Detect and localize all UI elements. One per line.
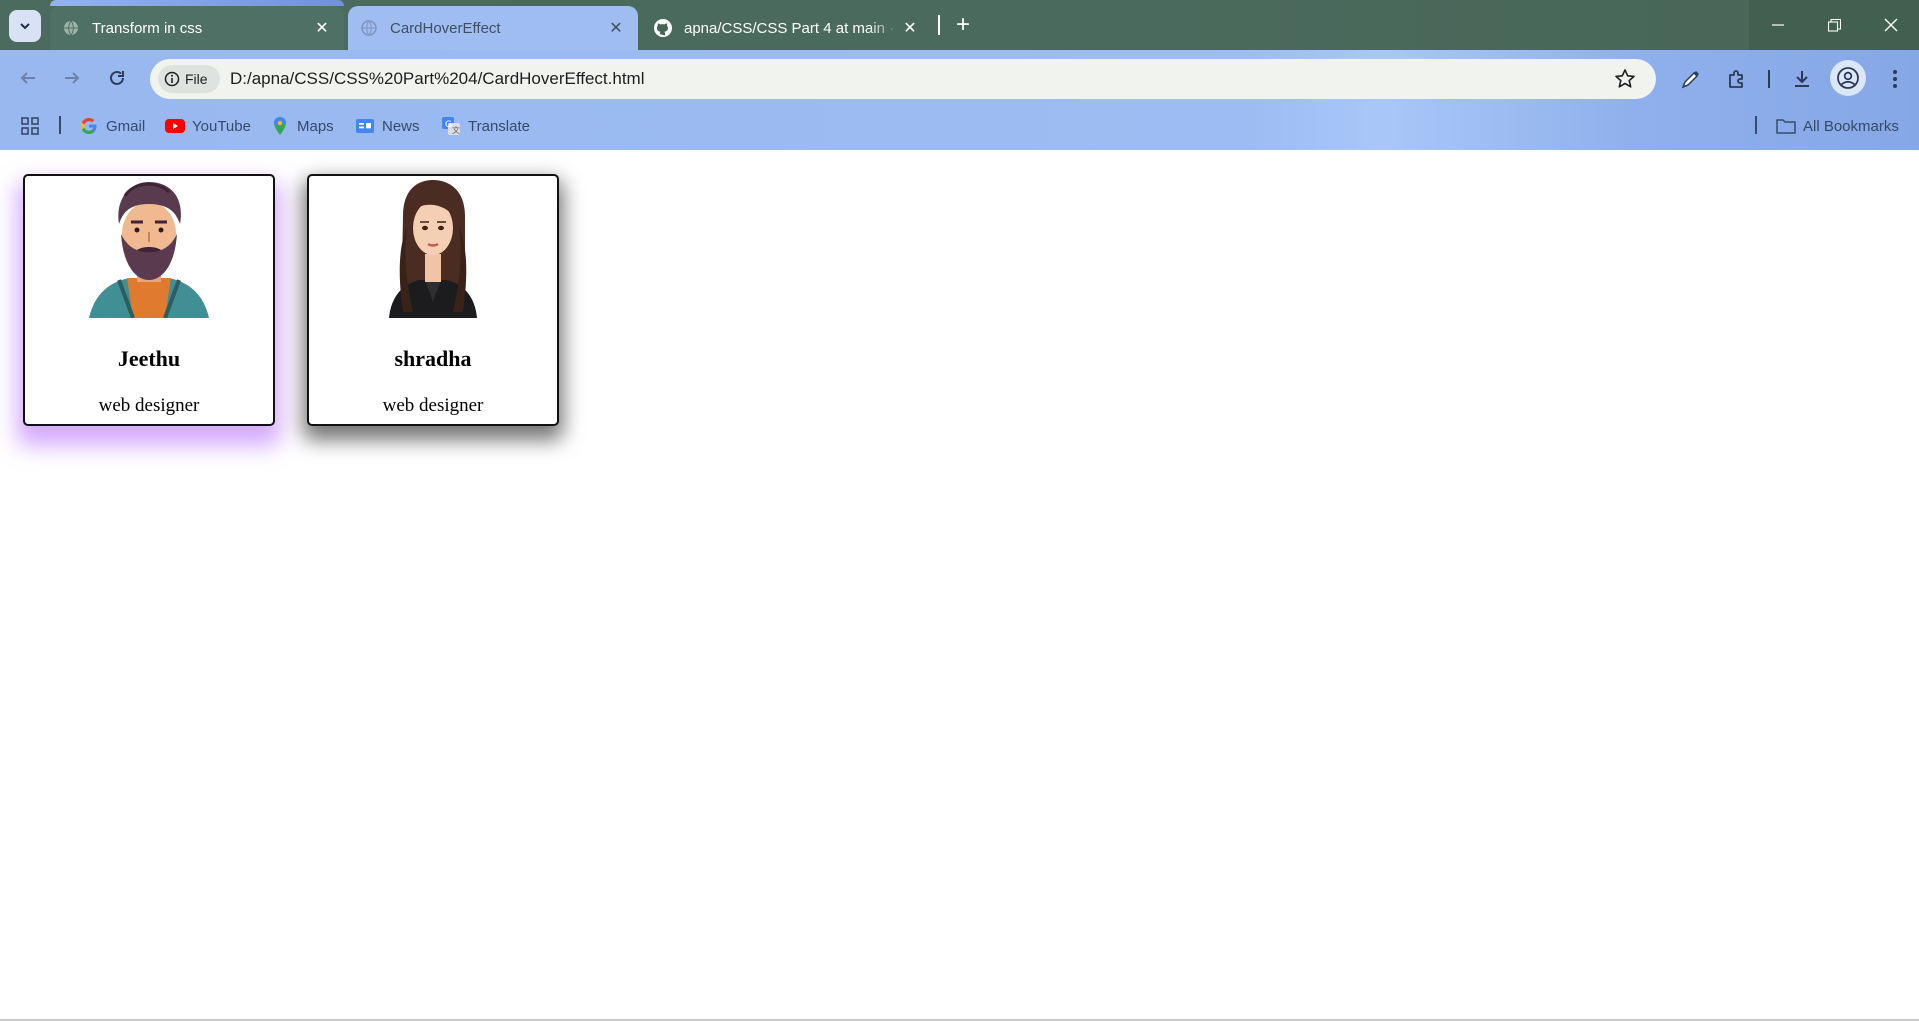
address-bar[interactable]: File D:/apna/CSS/CSS%20Part%204/CardHove… <box>150 59 1656 99</box>
close-tab-icon[interactable]: ✕ <box>900 18 920 38</box>
card-name: shradha <box>394 346 472 371</box>
close-window-button[interactable] <box>1863 0 1919 50</box>
svg-text:文: 文 <box>452 125 460 135</box>
bookmark-translate[interactable]: G文 Translate <box>441 112 530 140</box>
profile-avatar[interactable] <box>1830 60 1866 96</box>
reload-icon <box>110 70 124 85</box>
arrow-right-icon <box>65 72 80 84</box>
tab-separator <box>938 15 940 35</box>
tab-title: apna/CSS/CSS Part 4 at main · J <box>684 19 900 37</box>
forward-button[interactable] <box>57 63 87 93</box>
maps-icon <box>270 116 290 136</box>
card-role: web designer <box>98 395 200 416</box>
download-icon[interactable] <box>1789 66 1815 92</box>
google-icon <box>79 116 99 136</box>
tab-github-repo[interactable]: apna/CSS/CSS Part 4 at main · J ✕ <box>642 6 932 50</box>
back-button[interactable] <box>13 63 43 93</box>
bookmark-label: YouTube <box>192 117 251 135</box>
restore-button[interactable] <box>1806 0 1863 50</box>
tab-title: CardHoverEffect <box>390 19 501 37</box>
bookmark-label: Maps <box>297 117 334 135</box>
bookmark-star-icon[interactable] <box>1614 68 1636 90</box>
github-icon <box>654 19 672 37</box>
bookmark-news[interactable]: News <box>355 112 420 140</box>
all-bookmarks-label: All Bookmarks <box>1803 117 1899 135</box>
tab-title: Transform in css <box>92 19 203 37</box>
info-icon <box>164 71 180 87</box>
new-tab-button[interactable]: + <box>950 12 976 38</box>
extensions-icon[interactable] <box>1724 66 1750 92</box>
close-icon <box>1884 18 1898 32</box>
reload-button[interactable] <box>102 63 132 93</box>
profile-card-shradha[interactable]: shradha web designer <box>307 174 559 426</box>
youtube-icon <box>165 116 185 136</box>
tab-cardhovereffect[interactable]: CardHoverEffect ✕ <box>348 6 638 50</box>
kebab-menu-icon[interactable] <box>1882 66 1908 92</box>
tab-transform-in-css[interactable]: Transform in css ✕ <box>50 0 344 50</box>
bearded-man-avatar <box>89 182 209 318</box>
restore-icon <box>1828 18 1841 32</box>
site-info-chip[interactable]: File <box>158 65 220 93</box>
close-tab-icon[interactable]: ✕ <box>312 18 332 38</box>
all-bookmarks-button[interactable]: All Bookmarks <box>1776 112 1899 140</box>
eyedropper-icon[interactable] <box>1678 66 1704 92</box>
bookmark-maps[interactable]: Maps <box>270 112 334 140</box>
tab-search-button[interactable] <box>9 10 41 42</box>
close-tab-icon[interactable]: ✕ <box>606 18 626 38</box>
globe-icon <box>62 19 80 37</box>
bookmarks-separator <box>1755 116 1757 134</box>
toolbar-separator <box>1768 70 1770 88</box>
apps-button[interactable] <box>20 112 40 140</box>
folder-icon <box>1776 116 1796 136</box>
woman-avatar <box>389 180 477 318</box>
chevron-down-icon <box>20 23 30 30</box>
minimize-button[interactable] <box>1749 0 1806 50</box>
card-role: web designer <box>382 395 484 416</box>
url-text[interactable]: D:/apna/CSS/CSS%20Part%204/CardHoverEffe… <box>230 69 645 89</box>
bookmark-label: Gmail <box>106 117 146 135</box>
news-icon <box>355 116 375 136</box>
bookmark-youtube[interactable]: YouTube <box>165 112 251 140</box>
bookmark-gmail[interactable]: Gmail <box>79 112 145 140</box>
browser-toolbar: File D:/apna/CSS/CSS%20Part%204/CardHove… <box>0 50 1919 150</box>
globe-icon <box>360 19 378 37</box>
svg-text:G: G <box>445 120 452 130</box>
apps-grid-icon <box>21 117 39 135</box>
profile-card-jeethu[interactable]: Jeethu web designer <box>23 174 275 426</box>
translate-icon: G文 <box>441 116 461 136</box>
bookmarks-separator <box>59 116 61 134</box>
arrow-left-icon <box>20 72 35 84</box>
bookmark-label: News <box>382 117 420 135</box>
minimize-icon <box>1771 24 1784 26</box>
site-info-label: File <box>185 71 208 87</box>
bookmark-label: Translate <box>468 117 530 135</box>
account-icon <box>1837 67 1859 89</box>
card-name: Jeethu <box>117 346 181 371</box>
tab-strip: Transform in css ✕ CardHoverEffect ✕ apn… <box>0 0 1919 50</box>
